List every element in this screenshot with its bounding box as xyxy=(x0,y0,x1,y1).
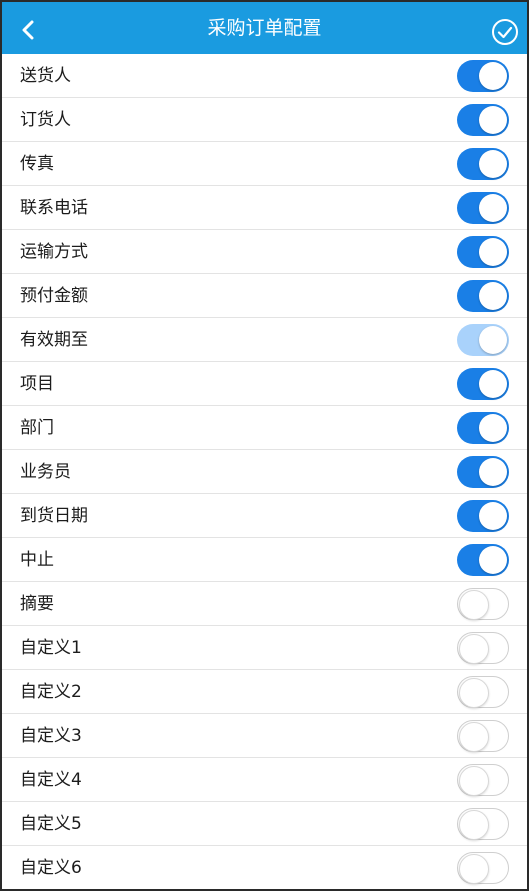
toggle-knob xyxy=(479,370,507,398)
list-item: 有效期至 xyxy=(2,318,527,362)
list-item: 中止 xyxy=(2,538,527,582)
list-item-label: 传真 xyxy=(20,154,54,174)
toggle-knob xyxy=(479,282,507,310)
list-item: 摘要 xyxy=(2,582,527,626)
toggle-knob xyxy=(459,766,489,796)
list-item: 自定义4 xyxy=(2,758,527,802)
toggle-switch[interactable] xyxy=(457,280,509,312)
list-item-label: 自定义5 xyxy=(20,814,82,834)
list-item-label: 项目 xyxy=(20,374,54,394)
toggle-knob xyxy=(479,150,507,178)
toggle-knob xyxy=(479,458,507,486)
toggle-switch[interactable] xyxy=(457,544,509,576)
toggle-switch[interactable] xyxy=(457,676,509,708)
toggle-knob xyxy=(459,634,489,664)
list-item: 自定义1 xyxy=(2,626,527,670)
toggle-knob xyxy=(459,590,489,620)
toggle-switch[interactable] xyxy=(457,368,509,400)
list-item: 项目 xyxy=(2,362,527,406)
list-item: 自定义6 xyxy=(2,846,527,889)
settings-list[interactable]: 到货地址送货人订货人传真联系电话运输方式预付金额有效期至项目部门业务员到货日期中… xyxy=(2,32,527,889)
list-item: 部门 xyxy=(2,406,527,450)
list-item: 到货日期 xyxy=(2,494,527,538)
list-item-label: 联系电话 xyxy=(20,198,88,218)
list-item: 联系电话 xyxy=(2,186,527,230)
toggle-knob xyxy=(479,414,507,442)
toggle-knob xyxy=(459,854,489,884)
list-item-label: 自定义4 xyxy=(20,770,82,790)
list-item-label: 送货人 xyxy=(20,66,71,86)
toggle-knob xyxy=(459,678,489,708)
app-header: 采购订单配置 xyxy=(2,2,527,54)
toggle-switch[interactable] xyxy=(457,632,509,664)
list-item-label: 自定义6 xyxy=(20,858,82,878)
toggle-switch[interactable] xyxy=(457,720,509,752)
toggle-switch[interactable] xyxy=(457,852,509,884)
list-item-label: 到货日期 xyxy=(20,506,88,526)
list-item: 业务员 xyxy=(2,450,527,494)
list-item: 送货人 xyxy=(2,54,527,98)
toggle-switch[interactable] xyxy=(457,148,509,180)
list-item-label: 自定义2 xyxy=(20,682,82,702)
toggle-knob xyxy=(479,62,507,90)
list-item: 运输方式 xyxy=(2,230,527,274)
list-item-label: 运输方式 xyxy=(20,242,88,262)
toggle-knob xyxy=(479,238,507,266)
list-item: 订货人 xyxy=(2,98,527,142)
list-item-label: 有效期至 xyxy=(20,330,88,350)
confirm-button[interactable] xyxy=(491,18,519,46)
list-item: 自定义2 xyxy=(2,670,527,714)
toggle-knob xyxy=(459,722,489,752)
page-title: 采购订单配置 xyxy=(207,17,322,39)
list-item: 传真 xyxy=(2,142,527,186)
toggle-switch[interactable] xyxy=(457,412,509,444)
toggle-switch[interactable] xyxy=(457,588,509,620)
back-button[interactable] xyxy=(14,16,42,44)
list-item-label: 自定义1 xyxy=(20,638,82,658)
toggle-switch[interactable] xyxy=(457,192,509,224)
list-item-label: 业务员 xyxy=(20,462,71,482)
toggle-switch[interactable] xyxy=(457,60,509,92)
chevron-left-icon xyxy=(22,20,34,40)
list-item-label: 部门 xyxy=(20,418,54,438)
toggle-knob xyxy=(459,810,489,840)
toggle-switch xyxy=(457,324,509,356)
toggle-switch[interactable] xyxy=(457,104,509,136)
toggle-switch[interactable] xyxy=(457,456,509,488)
toggle-knob xyxy=(479,502,507,530)
list-item-label: 自定义3 xyxy=(20,726,82,746)
toggle-switch[interactable] xyxy=(457,764,509,796)
toggle-knob xyxy=(479,106,507,134)
toggle-knob xyxy=(479,194,507,222)
list-item-label: 预付金额 xyxy=(20,286,88,306)
toggle-knob xyxy=(479,546,507,574)
toggle-switch[interactable] xyxy=(457,808,509,840)
toggle-switch[interactable] xyxy=(457,236,509,268)
list-item: 自定义3 xyxy=(2,714,527,758)
list-item-label: 订货人 xyxy=(20,110,71,130)
list-item: 自定义5 xyxy=(2,802,527,846)
check-circle-icon xyxy=(492,19,518,45)
list-item: 预付金额 xyxy=(2,274,527,318)
toggle-switch[interactable] xyxy=(457,500,509,532)
list-item-label: 摘要 xyxy=(20,594,54,614)
list-item-label: 中止 xyxy=(20,550,54,570)
toggle-knob xyxy=(479,326,507,354)
